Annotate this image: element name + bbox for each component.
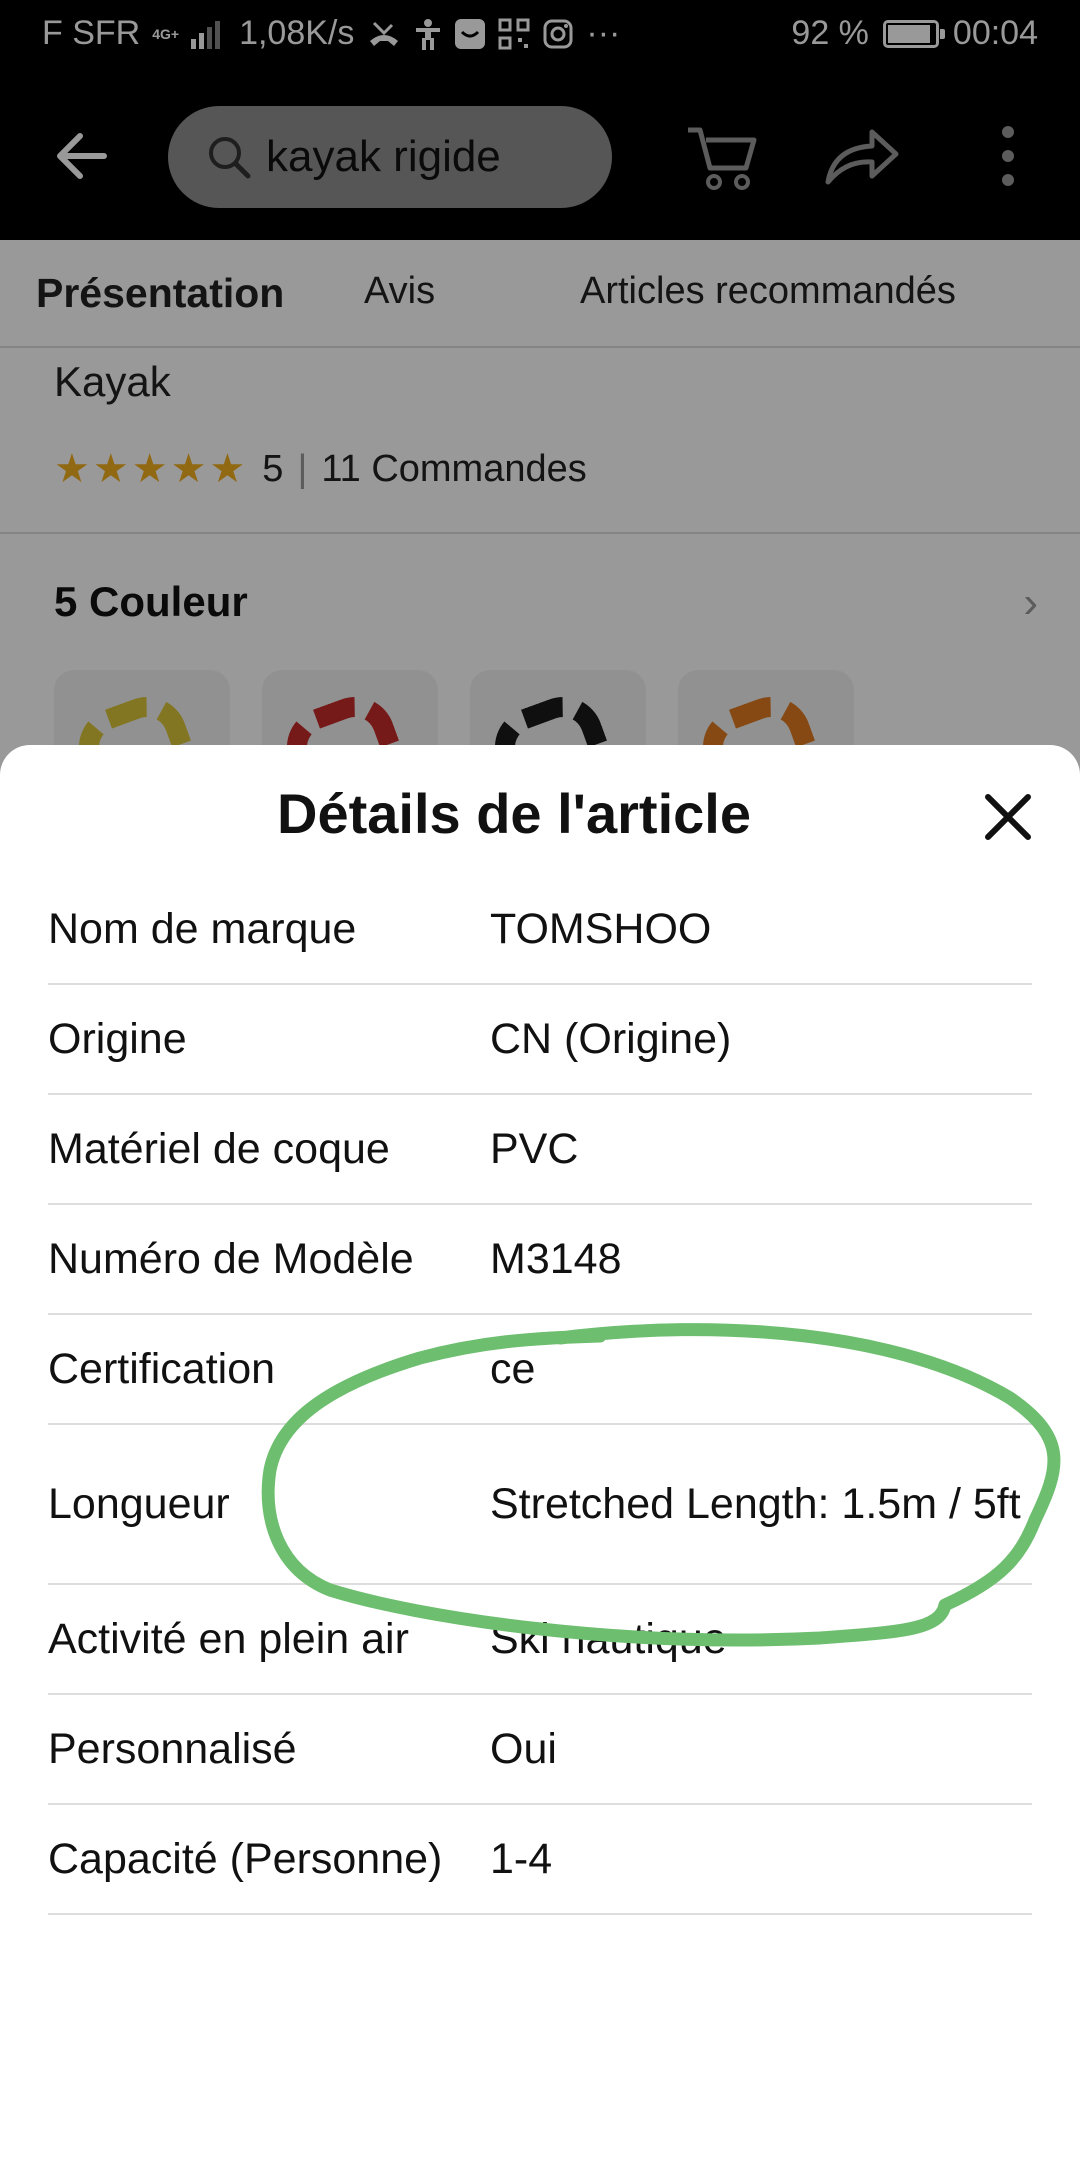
close-icon[interactable] — [976, 785, 1040, 849]
detail-value: PVC — [490, 1125, 579, 1173]
details-table: Nom de marque TOMSHOO Origine CN (Origine)… — [48, 875, 1032, 1915]
detail-key: Nom de marque — [48, 904, 357, 953]
detail-value: Stretched Length: 1.5m / 5ft — [490, 1480, 1021, 1528]
detail-key: Numéro de Modèle — [48, 1234, 414, 1283]
sheet-title: Détails de l'article — [277, 782, 751, 845]
details-row: Origine CN (Origine) — [48, 985, 1032, 1095]
details-row: Certification ce — [48, 1315, 1032, 1425]
detail-key: Longueur — [48, 1479, 230, 1528]
detail-key: Certification — [48, 1344, 276, 1393]
detail-value: ce — [490, 1345, 536, 1393]
details-row: Activité en plein air Ski nautique — [48, 1585, 1032, 1695]
details-row: Matériel de coque PVC — [48, 1095, 1032, 1205]
details-row: Numéro de Modèle M3148 — [48, 1205, 1032, 1315]
detail-value: Oui — [490, 1725, 557, 1773]
detail-key: Origine — [48, 1014, 187, 1063]
details-row: Nom de marque TOMSHOO — [48, 875, 1032, 985]
detail-value: M3148 — [490, 1235, 622, 1283]
details-row: Longueur Stretched Length: 1.5m / 5ft — [48, 1425, 1032, 1585]
detail-key: Capacité (Personne) — [48, 1834, 443, 1883]
details-row: Capacité (Personne) 1-4 — [48, 1805, 1032, 1915]
details-row: Personnalisé Oui — [48, 1695, 1032, 1805]
detail-value: TOMSHOO — [490, 905, 712, 953]
detail-value: Ski nautique — [490, 1615, 727, 1663]
detail-key: Activité en plein air — [48, 1614, 409, 1663]
detail-key: Matériel de coque — [48, 1124, 390, 1173]
detail-value: 1-4 — [490, 1835, 553, 1883]
detail-key: Personnalisé — [48, 1724, 297, 1773]
item-details-sheet: Détails de l'article Nom de marque TOMSHO… — [0, 745, 1080, 2160]
detail-value: CN (Origine) — [490, 1015, 732, 1063]
